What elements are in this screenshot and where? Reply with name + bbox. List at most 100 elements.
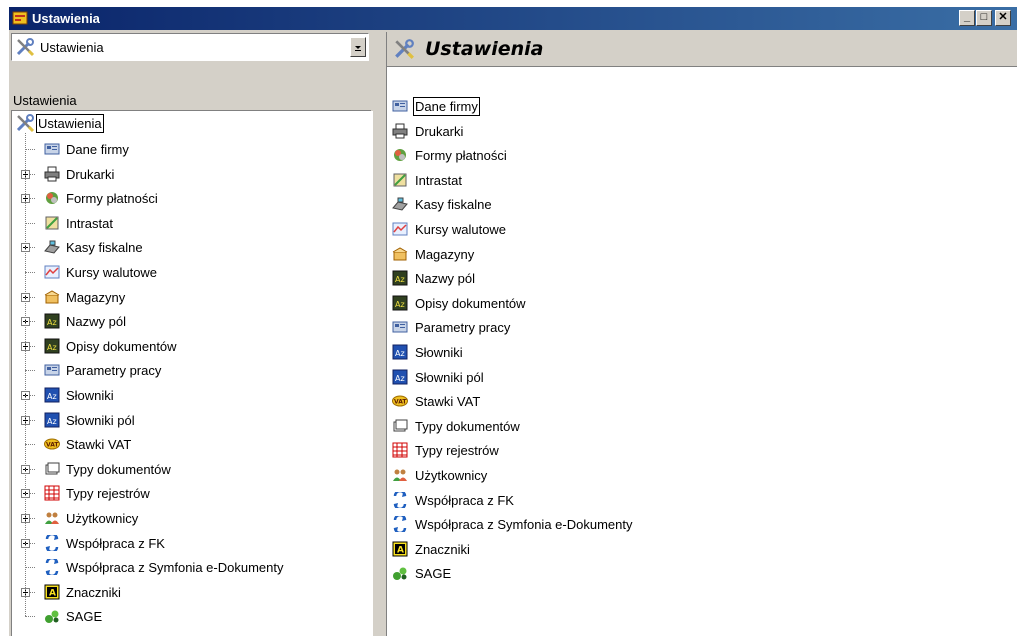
tree-item[interactable]: Współpraca z Symfonia e-Dokumenty: [12, 555, 372, 579]
tree-item[interactable]: Formy płatności: [12, 186, 372, 210]
detail-item[interactable]: Drukarki: [392, 119, 992, 143]
detail-item-label: Kasy fiskalne: [415, 197, 492, 213]
warehouse-icon: [392, 246, 408, 262]
tree-item[interactable]: Dane firmy: [12, 137, 372, 161]
users-icon: [44, 510, 60, 526]
detail-item[interactable]: Intrastat: [392, 168, 992, 192]
section-combo[interactable]: Ustawienia: [11, 33, 369, 61]
tree-item[interactable]: Az Słowniki pól: [12, 408, 372, 432]
tree-item[interactable]: A Znaczniki: [12, 580, 372, 604]
tree-item-label: Słowniki: [66, 388, 114, 403]
tree-item[interactable]: Az Słowniki: [12, 383, 372, 407]
tree-item[interactable]: Az Nazwy pól: [12, 309, 372, 333]
detail-item-label: Parametry pracy: [415, 320, 511, 336]
az-blue-icon: Az: [44, 387, 60, 403]
detail-item[interactable]: Dane firmy: [392, 94, 992, 118]
detail-item[interactable]: Użytkownicy: [392, 463, 992, 487]
detail-item[interactable]: Kasy fiskalne: [392, 192, 992, 216]
fk-sync-icon: [392, 489, 408, 510]
detail-item-label: Nazwy pól: [415, 271, 475, 287]
detail-item[interactable]: Typy rejestrów: [392, 438, 992, 462]
detail-item-label: Typy dokumentów: [415, 418, 520, 434]
tools-icon: [16, 38, 35, 57]
minimize-button[interactable]: _: [959, 10, 975, 26]
detail-item-label: Magazyny: [415, 246, 475, 262]
settings-tree[interactable]: Ustawienia Dane firmy Drukarki Formy płatn…: [11, 111, 373, 636]
tree-item-label: Kursy walutowe: [66, 265, 158, 280]
detail-item-label: Drukarki: [415, 123, 464, 139]
svg-text:Az: Az: [395, 374, 405, 383]
az-dark-icon: Az: [392, 270, 408, 286]
tree-item[interactable]: Magazyny: [12, 285, 372, 309]
tree-item-label: Magazyny: [66, 289, 126, 305]
tree-item[interactable]: SAGE: [12, 604, 372, 628]
splitter[interactable]: [379, 32, 385, 636]
detail-item[interactable]: Współpraca z Symfonia e-Dokumenty: [392, 512, 992, 536]
detail-item-label: Znaczniki: [415, 541, 470, 557]
tree-item[interactable]: Typy dokumentów: [12, 457, 372, 481]
detail-item[interactable]: SAGE: [392, 561, 992, 585]
tree-item-label: Drukarki: [66, 166, 115, 182]
tree-item[interactable]: Drukarki: [12, 162, 372, 186]
detail-item[interactable]: Parametry pracy: [392, 315, 992, 339]
tree-item[interactable]: Intrastat: [12, 211, 372, 235]
company-data-icon: [44, 141, 60, 157]
detail-item[interactable]: A Znaczniki: [392, 537, 992, 561]
svg-text:VAT: VAT: [394, 399, 407, 406]
tree-item[interactable]: Kasy fiskalne: [12, 235, 372, 259]
svg-text:Az: Az: [47, 343, 57, 352]
sage-icon: [44, 608, 60, 624]
az-dark-icon: Az: [392, 295, 408, 311]
detail-item[interactable]: Współpraca z FK: [392, 488, 992, 512]
detail-item-label: Użytkownicy: [415, 468, 488, 483]
vat-icon: VAT: [44, 436, 60, 452]
detail-item[interactable]: Typy dokumentów: [392, 414, 992, 438]
tree-item-label: Znaczniki: [66, 584, 121, 600]
detail-item[interactable]: Formy płatności: [392, 143, 992, 167]
detail-item[interactable]: Kursy walutowe: [392, 217, 992, 241]
combo-dropdown-button[interactable]: [350, 37, 366, 57]
combo-value: Ustawienia: [40, 40, 104, 55]
tree-header: Ustawienia: [11, 91, 371, 111]
tree-item[interactable]: Az Opisy dokumentów: [12, 334, 372, 358]
svg-text:Az: Az: [395, 300, 405, 309]
maximize-button[interactable]: □: [976, 10, 992, 26]
tree-item[interactable]: Współpraca z FK: [12, 531, 372, 555]
detail-item[interactable]: Az Słowniki: [392, 340, 992, 364]
app-icon: [12, 11, 28, 25]
sage-icon: [392, 565, 408, 581]
tree-item-label: Stawki VAT: [66, 437, 132, 453]
svg-text:Az: Az: [47, 417, 57, 426]
tree-item-label: Typy rejestrów: [66, 486, 150, 502]
close-button[interactable]: ✕: [995, 10, 1011, 26]
tree-item-label: Współpraca z Symfonia e-Dokumenty: [66, 560, 284, 576]
document-types-icon: [392, 418, 408, 434]
tree-item[interactable]: Parametry pracy: [12, 358, 372, 382]
detail-item-label: Opisy dokumentów: [415, 295, 526, 311]
detail-item-label: Słowniki: [415, 345, 463, 360]
tree-item[interactable]: Użytkownicy: [12, 506, 372, 530]
detail-item[interactable]: Az Nazwy pól: [392, 266, 992, 290]
detail-item[interactable]: VAT Stawki VAT: [392, 389, 992, 413]
svg-text:A: A: [397, 545, 404, 555]
title-bar[interactable]: Ustawienia _ □ ✕: [9, 7, 1017, 30]
detail-item[interactable]: Magazyny: [392, 242, 992, 266]
fk-sync-icon: [44, 557, 60, 578]
tree-item[interactable]: Typy rejestrów: [12, 481, 372, 505]
cash-register-icon: [44, 239, 60, 255]
exchange-rates-icon: [44, 264, 60, 280]
tree-item[interactable]: VAT Stawki VAT: [12, 432, 372, 456]
svg-text:VAT: VAT: [46, 442, 59, 449]
tree-root[interactable]: Ustawienia: [12, 111, 372, 135]
tree-item[interactable]: Kursy walutowe: [12, 260, 372, 284]
detail-item[interactable]: Az Słowniki pól: [392, 365, 992, 389]
svg-text:Az: Az: [395, 349, 405, 358]
tree-root-label: Ustawienia: [36, 114, 104, 133]
users-icon: [392, 467, 408, 483]
tree-item-label: Intrastat: [66, 215, 113, 231]
tree-item-label: SAGE: [66, 609, 103, 625]
detail-title: Ustawienia: [425, 38, 544, 60]
register-types-icon: [392, 442, 408, 458]
tree-item-label: Dane firmy: [66, 142, 129, 157]
detail-item[interactable]: Az Opisy dokumentów: [392, 291, 992, 315]
